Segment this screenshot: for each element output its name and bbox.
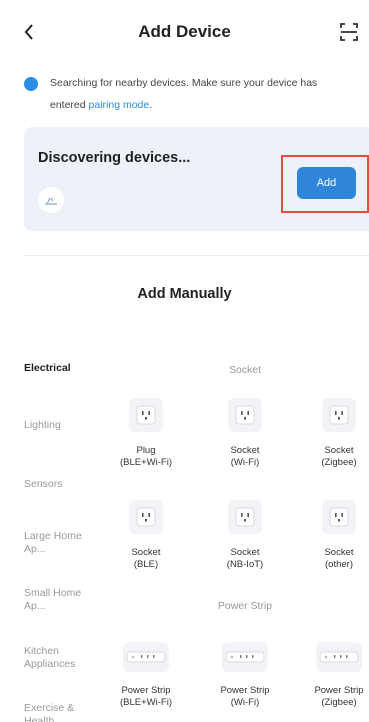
add-button[interactable]: Add [297, 167, 356, 199]
group-power-strip: Power Strip [217, 600, 273, 612]
category-sensors[interactable]: Sensors [24, 478, 92, 491]
scan-button[interactable] [337, 20, 361, 44]
device-label: Socket (other) [324, 547, 354, 570]
notice-end: . [149, 99, 153, 111]
device-label: Power Strip (Zigbee) [314, 685, 364, 708]
group-socket: Socket [228, 364, 262, 376]
discovering-card: Discovering devices... Add [24, 127, 369, 231]
category-electrical[interactable]: Electrical [24, 362, 92, 375]
socket-icon [322, 398, 356, 432]
device-socket-ble[interactable]: Socket (BLE) [106, 500, 186, 571]
device-label: Socket (Zigbee) [321, 445, 357, 468]
divider [24, 255, 369, 256]
power-strip-icon [123, 642, 169, 672]
device-power-strip-wifi[interactable]: Power Strip (Wi-Fi) [205, 642, 285, 709]
radar-icon [38, 187, 64, 213]
category-kitchen-appliances[interactable]: Kitchen Appliances [24, 645, 92, 671]
power-strip-icon [222, 642, 268, 672]
socket-icon [129, 398, 163, 432]
socket-icon [228, 500, 262, 534]
socket-icon [228, 398, 262, 432]
power-strip-icon [316, 642, 362, 672]
category-exercise-health[interactable]: Exercise & Health [24, 702, 92, 722]
device-socket-wifi[interactable]: Socket (Wi-Fi) [205, 398, 285, 469]
device-power-strip-ble-wifi[interactable]: Power Strip (BLE+Wi-Fi) [106, 642, 186, 709]
device-power-strip-zigbee[interactable]: Power Strip (Zigbee) [299, 642, 369, 709]
device-socket-nb-iot[interactable]: Socket (NB-IoT) [205, 500, 285, 571]
device-label: Power Strip (Wi-Fi) [220, 685, 270, 708]
device-label: Socket (NB-IoT) [226, 547, 264, 570]
pairing-mode-link[interactable]: pairing mode [89, 99, 150, 111]
bluetooth-search-icon [24, 77, 38, 91]
device-label: Socket (Wi-Fi) [230, 445, 260, 468]
device-label: Plug (BLE+Wi-Fi) [120, 445, 172, 468]
discovering-title: Discovering devices... [38, 150, 191, 166]
scan-icon [340, 23, 358, 41]
search-notice: Searching for nearby devices. Make sure … [24, 72, 354, 116]
category-small-home-appliances[interactable]: Small Home Ap... [24, 587, 92, 613]
device-socket-other[interactable]: Socket (other) [299, 500, 369, 571]
device-plug-ble-wifi[interactable]: Plug (BLE+Wi-Fi) [106, 398, 186, 469]
socket-icon [129, 500, 163, 534]
device-label: Power Strip (BLE+Wi-Fi) [120, 685, 172, 708]
category-lighting[interactable]: Lighting [24, 419, 92, 432]
page-title: Add Device [138, 22, 231, 41]
socket-icon [322, 500, 356, 534]
device-label: Socket (BLE) [131, 547, 161, 570]
category-large-home-appliances[interactable]: Large Home Ap... [24, 530, 92, 556]
top-bar: Add Device [0, 0, 369, 62]
add-manually-title: Add Manually [137, 286, 232, 302]
device-socket-zigbee[interactable]: Socket (Zigbee) [299, 398, 369, 469]
add-highlight-box: Add [281, 155, 369, 213]
